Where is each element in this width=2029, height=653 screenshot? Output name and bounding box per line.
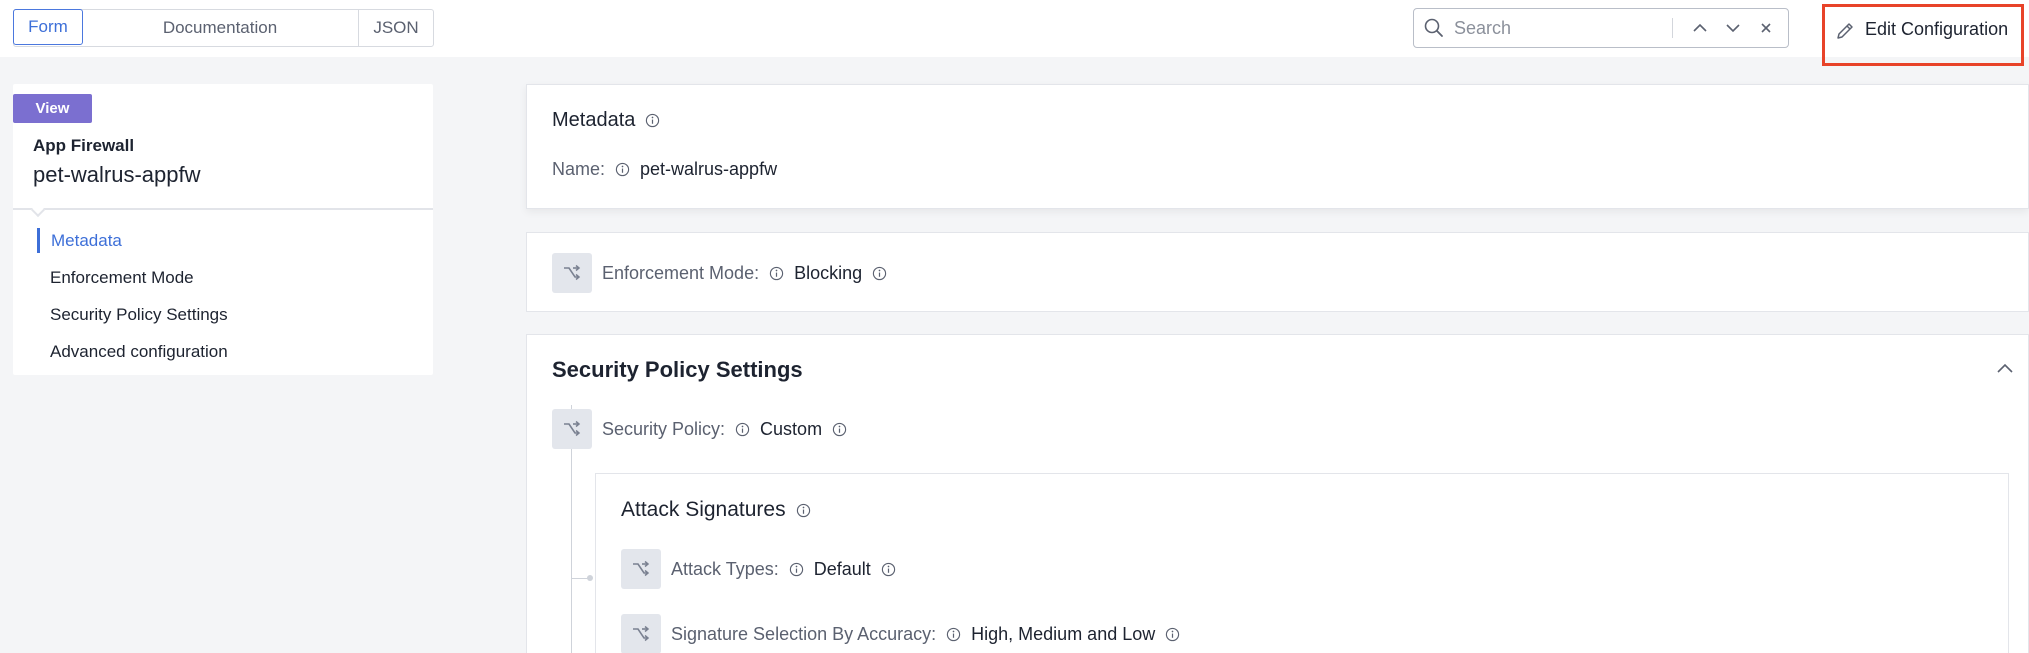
search-clear-button[interactable]	[1749, 13, 1782, 43]
view-badge: View	[13, 94, 92, 123]
info-icon[interactable]	[881, 562, 896, 577]
metadata-name-row: Name: pet-walrus-appfw	[552, 159, 777, 180]
security-policy-row: Security Policy: Custom	[552, 409, 857, 449]
search-separator	[1672, 18, 1673, 38]
enforcement-mode-value: Blocking	[794, 262, 863, 283]
name-value: pet-walrus-appfw	[640, 159, 778, 179]
signature-accuracy-value: High, Medium and Low	[971, 623, 1156, 644]
signature-accuracy-label: Signature Selection By Accuracy:	[671, 623, 937, 644]
attack-types-row: Attack Types: Default	[621, 549, 906, 589]
security-policy-label: Security Policy:	[602, 418, 726, 439]
pencil-icon	[1835, 21, 1855, 46]
info-icon[interactable]	[735, 422, 750, 437]
edit-configuration-button[interactable]: Edit Configuration	[1822, 4, 2024, 66]
top-bar: Form Documentation JSON Edit Configurati…	[0, 0, 2029, 66]
sidebar-item-enforcement-mode[interactable]: Enforcement Mode	[37, 259, 228, 296]
security-policy-card: Security Policy Settings Security Policy…	[526, 334, 2029, 653]
security-title: Security Policy Settings	[552, 357, 803, 382]
attack-signatures-card: Attack Signatures Attack Types: Default …	[595, 473, 2009, 653]
tab-form[interactable]: Form	[13, 9, 83, 45]
search-prev-button[interactable]	[1683, 13, 1716, 43]
choice-icon	[552, 409, 592, 449]
info-icon[interactable]	[769, 266, 784, 281]
close-icon	[1760, 23, 1771, 33]
tree-node-dot	[587, 575, 593, 581]
attack-types-label: Attack Types:	[671, 558, 779, 579]
info-icon[interactable]	[1165, 627, 1180, 642]
chevron-up-icon	[1692, 23, 1707, 32]
signature-accuracy-row: Signature Selection By Accuracy: High, M…	[621, 614, 1190, 653]
attack-signatures-title: Attack Signatures	[621, 498, 811, 522]
info-icon[interactable]	[645, 113, 660, 128]
attack-types-value: Default	[813, 558, 871, 579]
object-name: pet-walrus-appfw	[33, 162, 201, 187]
search-icon	[1414, 18, 1454, 38]
info-icon[interactable]	[796, 503, 811, 518]
edit-configuration-label: Edit Configuration	[1865, 19, 2009, 39]
sidebar-divider	[13, 208, 433, 210]
tab-documentation[interactable]: Documentation	[82, 10, 359, 46]
enforcement-row: Enforcement Mode: Blocking	[552, 253, 897, 293]
sidebar-nav: Metadata Enforcement Mode Security Polic…	[37, 222, 228, 370]
enforcement-mode-label: Enforcement Mode:	[602, 262, 760, 283]
choice-icon	[621, 549, 661, 589]
security-policy-value: Custom	[760, 418, 823, 439]
search-box	[1413, 8, 1789, 48]
search-input[interactable]	[1454, 17, 1672, 39]
collapse-button[interactable]	[1996, 361, 2014, 379]
choice-icon	[621, 614, 661, 653]
search-next-button[interactable]	[1716, 13, 1749, 43]
tab-json[interactable]: JSON	[359, 10, 433, 46]
metadata-title: Metadata	[552, 109, 660, 132]
view-tabs: Form Documentation JSON	[13, 9, 434, 47]
enforcement-card: Enforcement Mode: Blocking	[526, 232, 2029, 312]
info-icon[interactable]	[946, 627, 961, 642]
metadata-card: Metadata Name: pet-walrus-appfw	[526, 84, 2029, 209]
choice-icon	[552, 253, 592, 293]
info-icon[interactable]	[615, 162, 630, 177]
object-type: App Firewall	[33, 136, 135, 155]
sidebar: View App Firewall pet-walrus-appfw Metad…	[13, 84, 433, 375]
chevron-up-icon	[1997, 363, 2013, 373]
info-icon[interactable]	[832, 422, 847, 437]
attack-signatures-title-text: Attack Signatures	[621, 498, 786, 521]
chevron-down-icon	[1725, 24, 1740, 33]
name-label: Name:	[552, 159, 606, 179]
info-icon[interactable]	[789, 562, 804, 577]
sidebar-item-advanced-configuration[interactable]: Advanced configuration	[37, 333, 228, 370]
sidebar-item-metadata[interactable]: Metadata	[37, 228, 228, 253]
info-icon[interactable]	[872, 266, 887, 281]
sidebar-notch	[30, 202, 46, 218]
sidebar-item-security-policy-settings[interactable]: Security Policy Settings	[37, 296, 228, 333]
metadata-title-text: Metadata	[552, 109, 636, 131]
